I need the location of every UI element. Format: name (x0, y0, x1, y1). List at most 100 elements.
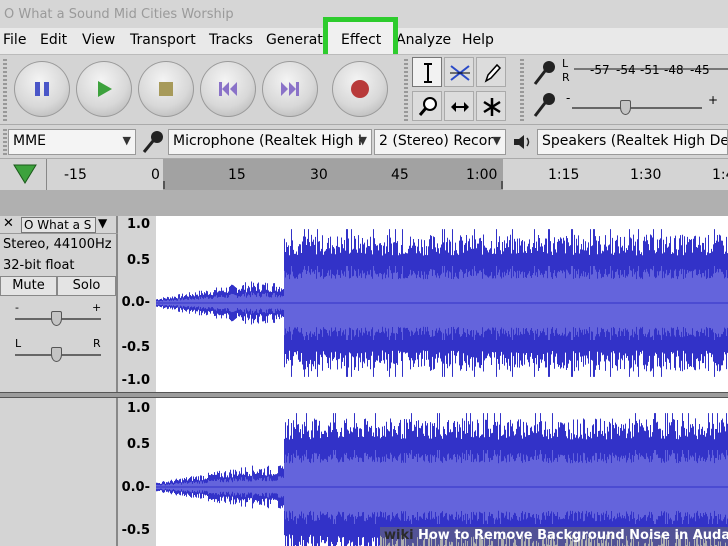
gain-slider-thumb[interactable] (51, 311, 62, 326)
play-icon (98, 81, 112, 97)
gain-plus-label: + (92, 301, 102, 314)
menu-view[interactable]: View (82, 32, 115, 48)
tick-label: 1:15 (548, 167, 580, 183)
meter-left-label: L (562, 57, 569, 70)
mic-volume-track[interactable] (572, 107, 702, 109)
menu-help[interactable]: Help (462, 32, 494, 48)
device-toolbar: MME ▼ Microphone (Realtek High I ▼ 2 (St… (0, 124, 728, 158)
speaker-icon (514, 135, 530, 149)
draw-tool-icon (484, 63, 502, 83)
menu-analyze[interactable]: Analyze (396, 32, 451, 48)
timeshift-tool-icon (451, 102, 469, 112)
record-icon (351, 80, 369, 98)
skip-end-icon (281, 82, 299, 96)
pan-left-label: L (15, 337, 22, 350)
multi-tool-button[interactable] (476, 91, 506, 121)
record-meter-mic-icon[interactable] (532, 59, 558, 87)
mic-volume-plus: + (708, 93, 719, 107)
track-header: ✕ O What a S ▼ (0, 216, 118, 234)
ruler-label: -1.0 (121, 373, 150, 388)
vertical-ruler-lower[interactable]: 1.0 0.5 0.0- -0.5 (118, 398, 156, 546)
chevron-down-icon[interactable]: ▼ (98, 216, 107, 230)
tools-grip[interactable] (404, 59, 408, 121)
track-format: Stereo, 44100Hz (3, 237, 112, 252)
ruler-label: 0.0- (121, 295, 150, 310)
meter-db-45: -45 (690, 63, 710, 77)
toolbar-grip[interactable] (3, 59, 7, 121)
recording-device-value: Microphone (Realtek High I (173, 133, 362, 149)
meter-db-57: -57 (590, 63, 610, 77)
pause-icon (35, 82, 49, 96)
selection-bounds (163, 181, 503, 189)
watermark-banner: wiki How to Remove Background Noise in A… (380, 527, 728, 546)
recording-channels-select[interactable]: 2 (Stereo) Recor ▼ (374, 129, 506, 155)
tick-label: -15 (64, 167, 87, 183)
track-name-button[interactable]: O What a S (21, 217, 96, 233)
skip-start-icon (219, 82, 237, 96)
playback-device-select[interactable]: Speakers (Realtek High Defi (537, 129, 728, 155)
stop-icon (159, 82, 173, 96)
tick-label: 1:45 (712, 167, 728, 183)
waveform-upper[interactable] (156, 216, 728, 392)
chevron-down-icon: ▼ (122, 134, 131, 147)
mic-volume-minus: - (566, 91, 571, 105)
mute-button[interactable]: Mute (0, 276, 57, 296)
watermark-brand: wiki (384, 528, 414, 543)
menu-generate[interactable]: Generate (266, 32, 331, 48)
pan-right-label: R (93, 337, 101, 350)
record-button[interactable] (332, 61, 388, 117)
recording-channels-value: 2 (Stereo) Recor (379, 133, 494, 149)
play-head-icon[interactable] (12, 163, 38, 185)
toolbar: L R -57 -54 -51 -48 -45 - + (0, 54, 728, 124)
ruler-label: 1.0 (126, 401, 150, 416)
meter-db-51: -51 (640, 63, 660, 77)
solo-button[interactable]: Solo (57, 276, 116, 296)
recording-device-select[interactable]: Microphone (Realtek High I ▼ (168, 129, 372, 155)
zoom-tool-icon (418, 97, 437, 116)
chevron-down-icon: ▼ (492, 134, 501, 147)
audio-host-select[interactable]: MME ▼ (8, 129, 136, 155)
vertical-ruler-upper[interactable]: 1.0 0.5 0.0- -0.5 -1.0 (118, 216, 156, 392)
track-bit-depth: 32-bit float (3, 258, 75, 273)
skip-to-start-button[interactable] (200, 61, 256, 117)
device-grip[interactable] (3, 129, 7, 155)
ruler-label: 1.0 (126, 217, 150, 232)
zoom-tool-button[interactable] (412, 91, 442, 121)
menu-edit[interactable]: Edit (40, 32, 67, 48)
meter-right-label: R (562, 71, 570, 84)
timeline-ruler[interactable]: -15 0 15 30 45 1:00 1:15 1:30 1:45 (0, 158, 728, 191)
microphone-icon (142, 131, 163, 153)
meter-grip[interactable] (520, 59, 524, 121)
envelope-tool-icon (450, 65, 470, 81)
gain-minus-label: - (15, 301, 19, 314)
menu-file[interactable]: File (3, 32, 26, 48)
draw-tool-button[interactable] (476, 57, 506, 87)
ruler-label: -0.5 (121, 523, 150, 538)
menu-transport[interactable]: Transport (130, 32, 196, 48)
ruler-label: 0.0- (121, 480, 150, 495)
chevron-down-icon: ▼ (358, 134, 367, 147)
ruler-label: -0.5 (121, 340, 150, 355)
waveform-lower[interactable] (156, 398, 728, 546)
mic-volume-thumb[interactable] (620, 100, 631, 115)
mic-volume-icon (533, 93, 555, 117)
timeshift-tool-button[interactable] (444, 91, 474, 121)
window-title: O What a Sound Mid Cities Worship (4, 7, 234, 22)
pause-button[interactable] (14, 61, 70, 117)
close-icon[interactable]: ✕ (3, 216, 14, 231)
ruler-label: 0.5 (126, 437, 150, 452)
stop-button[interactable] (138, 61, 194, 117)
pan-slider-thumb[interactable] (51, 347, 62, 362)
play-button[interactable] (76, 61, 132, 117)
playback-device-value: Speakers (Realtek High Defi (542, 133, 728, 149)
skip-to-end-button[interactable] (262, 61, 318, 117)
envelope-tool-button[interactable] (444, 57, 474, 87)
audio-host-value: MME (13, 133, 47, 149)
selection-tool-icon (424, 63, 432, 83)
menu-tracks[interactable]: Tracks (209, 32, 253, 48)
track-control-panel-lower (0, 398, 118, 546)
menu-effect[interactable]: Effect (341, 32, 381, 48)
tick-label: 1:30 (630, 167, 662, 183)
timeline-divider (46, 159, 47, 191)
selection-tool-button[interactable] (412, 57, 442, 87)
